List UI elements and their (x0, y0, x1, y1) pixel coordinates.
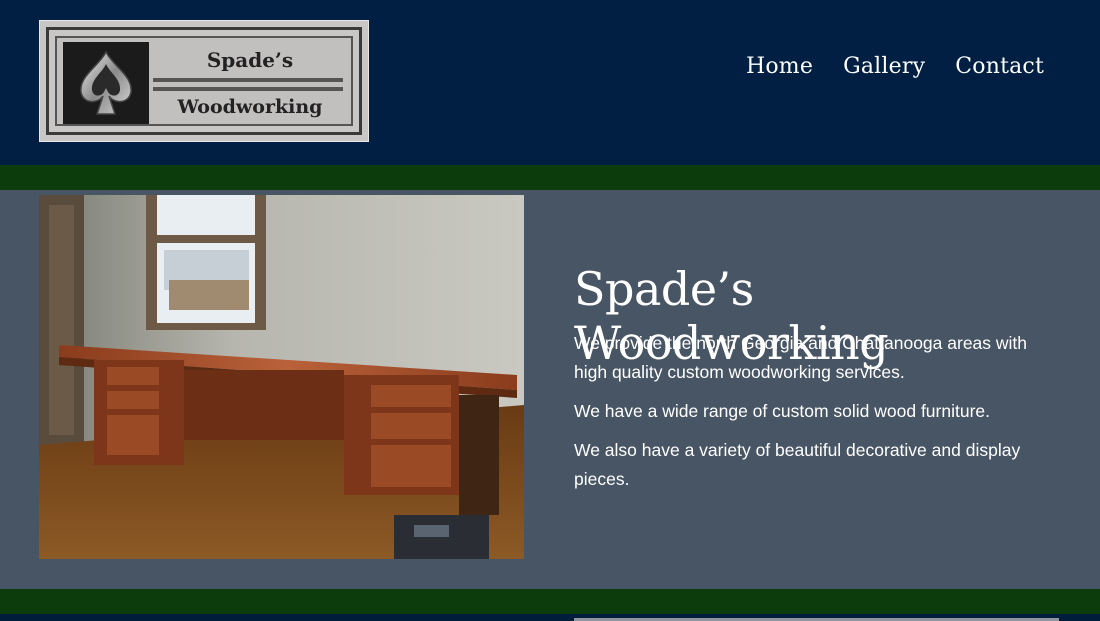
logo-rule-lower (153, 87, 343, 91)
nav-home-link[interactable]: Home (746, 54, 813, 79)
desk-photo (39, 195, 524, 559)
logo-inner: Spade’s Woodworking (55, 36, 353, 126)
site-header: Spade’s Woodworking Home Gallery Contact (0, 0, 1100, 165)
main-nav: Home Gallery Contact (746, 54, 1044, 79)
decor-paragraph: We also have a variety of beautiful deco… (574, 440, 1021, 489)
spade-icon (63, 42, 149, 124)
intro-paragraph: We provide the north Georgia and Chattan… (574, 333, 1028, 382)
accent-band-bottom (0, 589, 1100, 614)
site-logo[interactable]: Spade’s Woodworking (39, 20, 369, 142)
logo-text-line2: Woodworking (177, 96, 323, 118)
hero-section: Spade’s Woodworking We provide the north… (0, 190, 1100, 589)
nav-contact-link[interactable]: Contact (955, 54, 1044, 79)
logo-text-line1: Spade’s (206, 48, 294, 72)
accent-band-top (0, 165, 1100, 190)
nav-gallery-link[interactable]: Gallery (843, 54, 925, 79)
furniture-paragraph: We have a wide range of custom solid woo… (574, 401, 991, 421)
logo-rule-upper (153, 78, 343, 82)
